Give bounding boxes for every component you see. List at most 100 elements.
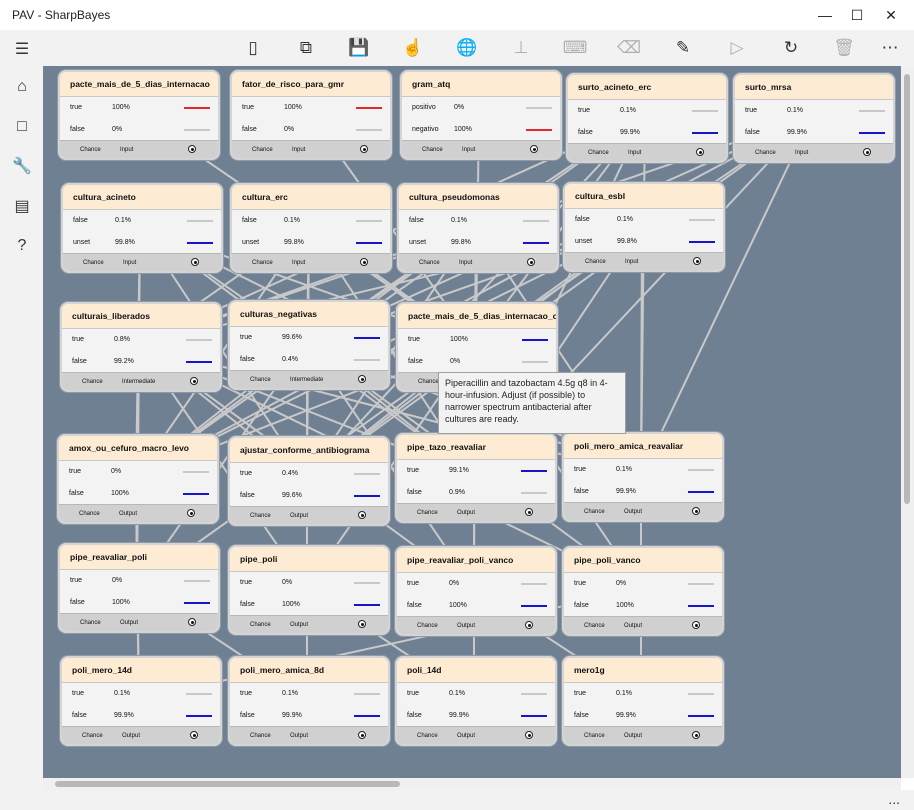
maximize-icon[interactable]: ☐ (840, 0, 874, 30)
network-canvas[interactable]: pacte_mais_de_5_dias_internacao true 100% f… (43, 66, 901, 778)
node-state-row[interactable]: false 0.9% (397, 482, 555, 504)
node-pipe-reavaliar-poli[interactable]: pipe_reavaliar_poli true 0% false 100% Chance… (58, 543, 220, 633)
node-radio-icon[interactable] (358, 375, 366, 383)
node-cultura-esbl[interactable]: cultura_esbl false 0.1% unset 99.8% Chance Inp… (563, 182, 725, 272)
node-state-row[interactable]: false 100% (60, 592, 218, 614)
node-state-row[interactable]: true 0.1% (564, 459, 722, 481)
node-state-row[interactable]: unset 99.8% (63, 232, 221, 254)
node-gram-atq[interactable]: gram_atq positivo 0% negativo 100% Chance Inpu… (400, 70, 562, 160)
node-radio-icon[interactable] (191, 258, 199, 266)
node-radio-icon[interactable] (360, 258, 368, 266)
node-state-row[interactable]: true 0% (59, 461, 217, 483)
help-icon[interactable]: ? (9, 233, 35, 259)
node-state-row[interactable]: true 0.1% (564, 683, 722, 705)
node-state-row[interactable]: true 0.1% (568, 100, 726, 122)
node-state-row[interactable]: unset 99.8% (232, 232, 390, 254)
node-state-row[interactable]: false 0.1% (565, 209, 723, 231)
node-state-row[interactable]: positivo 0% (402, 97, 560, 119)
trash-icon[interactable]: 🗑 (832, 36, 856, 60)
node-radio-icon[interactable] (530, 145, 538, 153)
open-file-icon[interactable]: ⧉ (294, 36, 318, 60)
home-icon[interactable]: ⌂ (9, 74, 35, 100)
node-state-row[interactable]: true 0.1% (62, 683, 220, 705)
node-poli-mero-amica-reavaliar[interactable]: poli_mero_amica_reavaliar true 0.1% false 99… (562, 432, 724, 522)
node-radio-icon[interactable] (188, 145, 196, 153)
node-state-row[interactable]: false 99.9% (568, 122, 726, 144)
refresh-icon[interactable]: ↻ (779, 36, 803, 60)
wrench-icon[interactable]: 🔧 (9, 153, 35, 179)
media-icon[interactable]: ▤ (9, 193, 35, 219)
minimize-icon[interactable]: — (808, 0, 842, 30)
node-state-row[interactable]: false 99.9% (397, 705, 555, 727)
node-poli-mero-amica-8d[interactable]: poli_mero_amica_8d true 0.1% false 99.9% Chan… (228, 656, 390, 746)
node-state-row[interactable]: false 0.1% (63, 210, 221, 232)
node-state-row[interactable]: false 99.9% (62, 705, 220, 727)
node-state-row[interactable]: true 0.8% (62, 329, 220, 351)
node-radio-icon[interactable] (525, 621, 533, 629)
node-state-row[interactable]: true 0.1% (230, 683, 388, 705)
node-radio-icon[interactable] (358, 731, 366, 739)
node-culturais-liberados[interactable]: culturais_liberados true 0.8% false 99.2% Cha… (60, 302, 222, 392)
node-radio-icon[interactable] (692, 507, 700, 515)
node-radio-icon[interactable] (360, 145, 368, 153)
node-state-row[interactable]: true 100% (232, 97, 390, 119)
node-radio-icon[interactable] (692, 621, 700, 629)
node-state-row[interactable]: false 0% (398, 351, 556, 373)
horizontal-scroll-thumb[interactable] (55, 781, 400, 787)
new-file-icon[interactable]: ▯ (241, 36, 265, 60)
node-state-row[interactable]: true 0.1% (735, 100, 893, 122)
node-state-row[interactable]: false 100% (564, 595, 722, 617)
save-icon[interactable]: 💾 (347, 36, 371, 60)
node-state-row[interactable]: true 99.1% (397, 460, 555, 482)
node-state-row[interactable]: false 99.9% (230, 705, 388, 727)
hamburger-menu-icon[interactable]: ☰ (9, 36, 35, 62)
globe-icon[interactable]: 🌐 (455, 36, 479, 60)
node-cultura-erc[interactable]: cultura_erc false 0.1% unset 99.8% Chance Inpu… (230, 183, 392, 273)
node-cultura-acineto[interactable]: cultura_acineto false 0.1% unset 99.8% Chance… (61, 183, 223, 273)
node-state-row[interactable]: false 100% (397, 595, 555, 617)
node-pipe-tazo-reavaliar[interactable]: pipe_tazo_reavaliar true 99.1% false 0.9% Cha… (395, 433, 557, 523)
node-radio-icon[interactable] (190, 731, 198, 739)
node-state-row[interactable]: true 0% (564, 573, 722, 595)
node-state-row[interactable]: false 0.1% (232, 210, 390, 232)
node-state-row[interactable]: false 0% (232, 119, 390, 141)
node-state-row[interactable]: true 0% (230, 572, 388, 594)
comment-icon[interactable]: □ (9, 114, 35, 140)
node-radio-icon[interactable] (358, 620, 366, 628)
hand-cursor-icon[interactable]: ☝ (401, 36, 425, 60)
node-state-row[interactable]: true 0.1% (397, 683, 555, 705)
node-state-row[interactable]: false 0.1% (399, 210, 557, 232)
close-icon[interactable]: ✕ (874, 0, 908, 30)
node-state-row[interactable]: false 99.9% (564, 705, 722, 727)
node-state-row[interactable]: unset 99.8% (565, 231, 723, 253)
node-radio-icon[interactable] (190, 377, 198, 385)
node-radio-icon[interactable] (696, 148, 704, 156)
node-state-row[interactable]: true 0% (60, 570, 218, 592)
compass-icon[interactable]: ⊥ (509, 36, 533, 60)
node-state-row[interactable]: false 99.9% (564, 481, 722, 503)
node-radio-icon[interactable] (525, 731, 533, 739)
node-pipe-poli[interactable]: pipe_poli true 0% false 100% Chance Output (228, 545, 390, 635)
node-radio-icon[interactable] (187, 509, 195, 517)
eraser-icon[interactable]: ⌫ (617, 36, 641, 60)
node-radio-icon[interactable] (525, 508, 533, 516)
node-state-row[interactable]: true 99.6% (230, 327, 388, 349)
keyboard-icon[interactable]: ⌨ (563, 36, 588, 60)
node-surto-acineto-erc[interactable]: surto_acineto_erc true 0.1% false 99.9% Chanc… (566, 73, 728, 163)
node-state-row[interactable]: false 100% (59, 483, 217, 505)
node-state-row[interactable]: false 99.6% (230, 485, 388, 507)
node-poli-mero-14d[interactable]: poli_mero_14d true 0.1% false 99.9% Chance Out… (60, 656, 222, 746)
play-icon[interactable]: ▷ (725, 36, 749, 60)
node-pacte-mais-de-5-dias-internacao[interactable]: pacte_mais_de_5_dias_internacao true 100% f… (58, 70, 220, 160)
node-poli-14d[interactable]: poli_14d true 0.1% false 99.9% Chance Output (395, 656, 557, 746)
node-state-row[interactable]: true 100% (398, 329, 556, 351)
node-state-row[interactable]: false 99.2% (62, 351, 220, 373)
node-radio-icon[interactable] (692, 731, 700, 739)
node-state-row[interactable]: true 100% (60, 97, 218, 119)
node-mero1g[interactable]: mero1g true 0.1% false 99.9% Chance Output (562, 656, 724, 746)
node-radio-icon[interactable] (358, 511, 366, 519)
node-radio-icon[interactable] (527, 258, 535, 266)
node-fator-de-risco-para-gmr[interactable]: fator_de_risco_para_gmr true 100% false 0% Ch… (230, 70, 392, 160)
vertical-scroll-thumb[interactable] (904, 74, 910, 504)
node-state-row[interactable]: false 99.9% (735, 122, 893, 144)
